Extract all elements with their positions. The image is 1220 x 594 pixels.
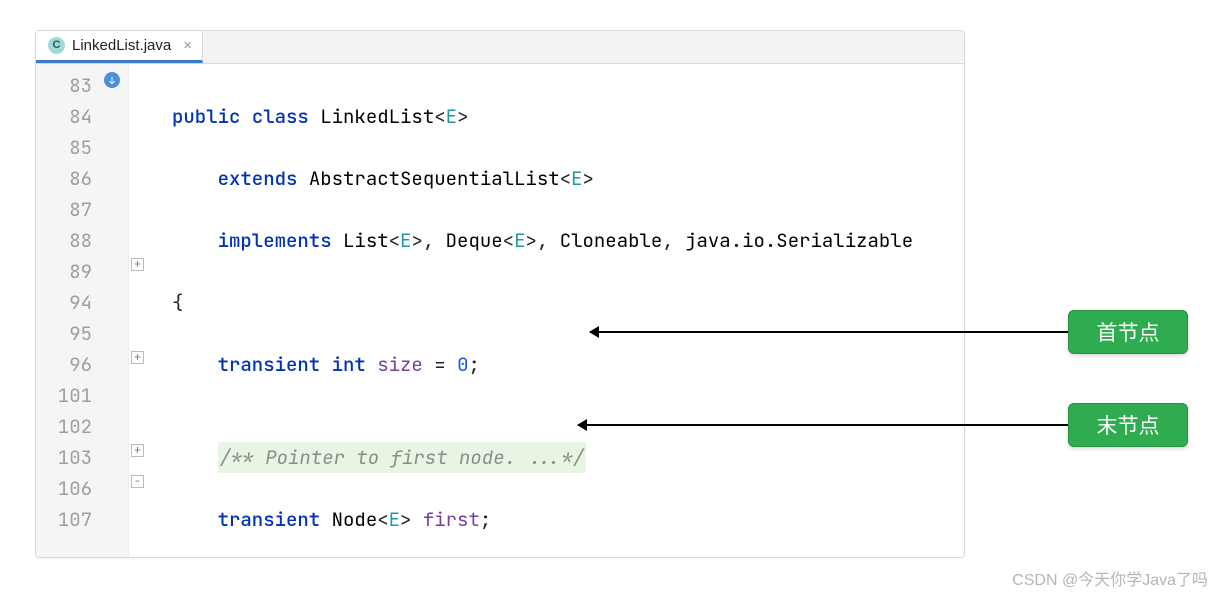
file-tab[interactable]: C LinkedList.java × [36, 30, 203, 63]
code-body[interactable]: public class LinkedList<E> extends Abstr… [148, 64, 964, 558]
code-line: public class LinkedList<E> [172, 101, 964, 132]
arrow-to-last [578, 424, 1068, 426]
tab-label: LinkedList.java [72, 37, 171, 54]
code-line: transient int size = 0; [172, 349, 964, 380]
line-number: 88 [36, 225, 92, 256]
class-file-icon: C [48, 37, 65, 54]
arrow-to-first [590, 331, 1068, 333]
line-number: 95 [36, 318, 92, 349]
fold-column: + + + − [128, 64, 148, 558]
tab-bar: C LinkedList.java × [36, 31, 964, 64]
line-number: 101 [36, 380, 92, 411]
gutter-icon-column: ↓ [100, 64, 128, 558]
fold-expand-icon[interactable]: + [131, 444, 144, 457]
line-number: 94 [36, 287, 92, 318]
line-number: 103 [36, 442, 92, 473]
line-number: 96 [36, 349, 92, 380]
line-number: 102 [36, 411, 92, 442]
code-line: extends AbstractSequentialList<E> [172, 163, 964, 194]
fold-expand-icon[interactable]: + [131, 351, 144, 364]
editor-frame: C LinkedList.java × 83 84 85 86 87 88 89… [35, 30, 965, 558]
close-icon[interactable]: × [183, 37, 192, 54]
code-line: implements List<E>, Deque<E>, Cloneable,… [172, 225, 964, 256]
line-number: 85 [36, 132, 92, 163]
callout-last-node: 末节点 [1068, 403, 1188, 447]
line-number: 89 [36, 256, 92, 287]
line-number: 87 [36, 194, 92, 225]
line-number: 106 [36, 473, 92, 504]
watermark: CSDN @今天你学Java了吗 [1012, 566, 1208, 590]
fold-collapse-icon[interactable]: − [131, 475, 144, 488]
fold-expand-icon[interactable]: + [131, 258, 144, 271]
line-number-gutter: 83 84 85 86 87 88 89 94 95 96 101 102 10… [36, 64, 100, 558]
line-number: 84 [36, 101, 92, 132]
callout-first-node: 首节点 [1068, 310, 1188, 354]
code-line: transient Node<E> first; [172, 504, 964, 535]
code-line: /** Pointer to first node. ...*/ [172, 442, 964, 473]
override-icon[interactable]: ↓ [104, 72, 120, 88]
code-line: { [172, 287, 964, 318]
line-number: 107 [36, 504, 92, 535]
line-number: 83 [36, 70, 92, 101]
code-area[interactable]: 83 84 85 86 87 88 89 94 95 96 101 102 10… [36, 64, 964, 558]
line-number: 86 [36, 163, 92, 194]
